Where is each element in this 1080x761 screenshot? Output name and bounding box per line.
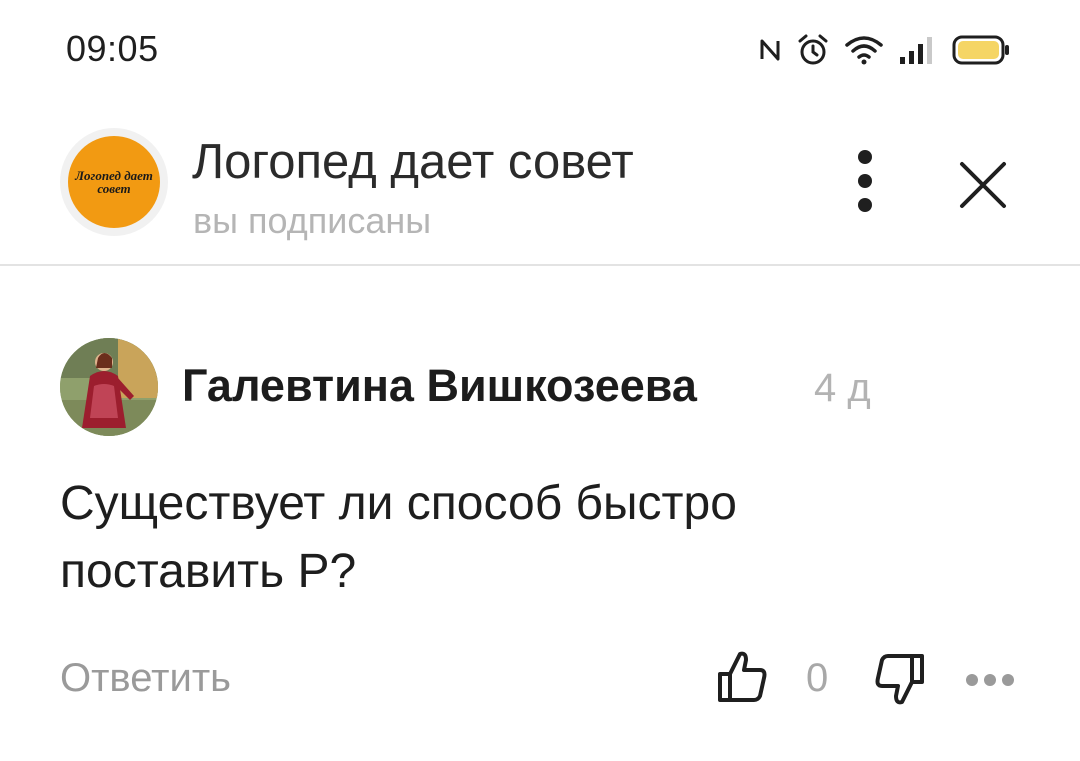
close-icon[interactable] <box>952 154 1014 216</box>
author-avatar[interactable] <box>60 338 158 436</box>
channel-logo: Логопед дает совет <box>68 136 160 228</box>
channel-header: Логопед дает совет Логопед дает совет вы… <box>0 100 1080 266</box>
more-dot-icon <box>858 198 872 212</box>
status-time: 09:05 <box>66 28 159 69</box>
screen: 09:05 Логопед дает совет Логопед дает со… <box>0 0 1080 761</box>
wifi-icon <box>845 36 883 65</box>
signal-icon <box>900 37 932 64</box>
more-dot-icon <box>984 674 996 686</box>
thumbs-up-icon[interactable] <box>716 648 770 704</box>
comment-text: Существует ли способ быстро поставить Р? <box>60 477 737 598</box>
more-dot-icon <box>858 174 872 188</box>
channel-logo-text: Логопед дает совет <box>75 168 153 196</box>
alarm-icon <box>798 34 828 65</box>
author-name[interactable]: Галевтина Вишкозеева <box>182 360 697 412</box>
more-dot-icon <box>1002 674 1014 686</box>
status-icons <box>758 30 1010 70</box>
more-dot-icon <box>858 150 872 164</box>
channel-avatar[interactable]: Логопед дает совет <box>60 128 168 236</box>
like-count: 0 <box>806 656 829 700</box>
channel-title[interactable]: Логопед дает совет <box>192 134 634 190</box>
more-dot-icon <box>966 674 978 686</box>
battery-icon <box>952 35 1009 65</box>
comment-timestamp: 4 д <box>814 366 871 410</box>
author-avatar-image <box>60 338 158 436</box>
thumbs-down-icon[interactable] <box>872 652 926 708</box>
comment-more-button[interactable] <box>966 670 1020 690</box>
comment: Галевтина Вишкозеева 4 д Существует ли с… <box>0 330 1080 750</box>
nfc-icon <box>760 39 780 61</box>
status-bar: 09:05 <box>0 0 1080 96</box>
subscription-status: вы подписаны <box>193 200 432 241</box>
reply-button[interactable]: Ответить <box>60 656 231 701</box>
more-options-button[interactable] <box>840 146 890 216</box>
